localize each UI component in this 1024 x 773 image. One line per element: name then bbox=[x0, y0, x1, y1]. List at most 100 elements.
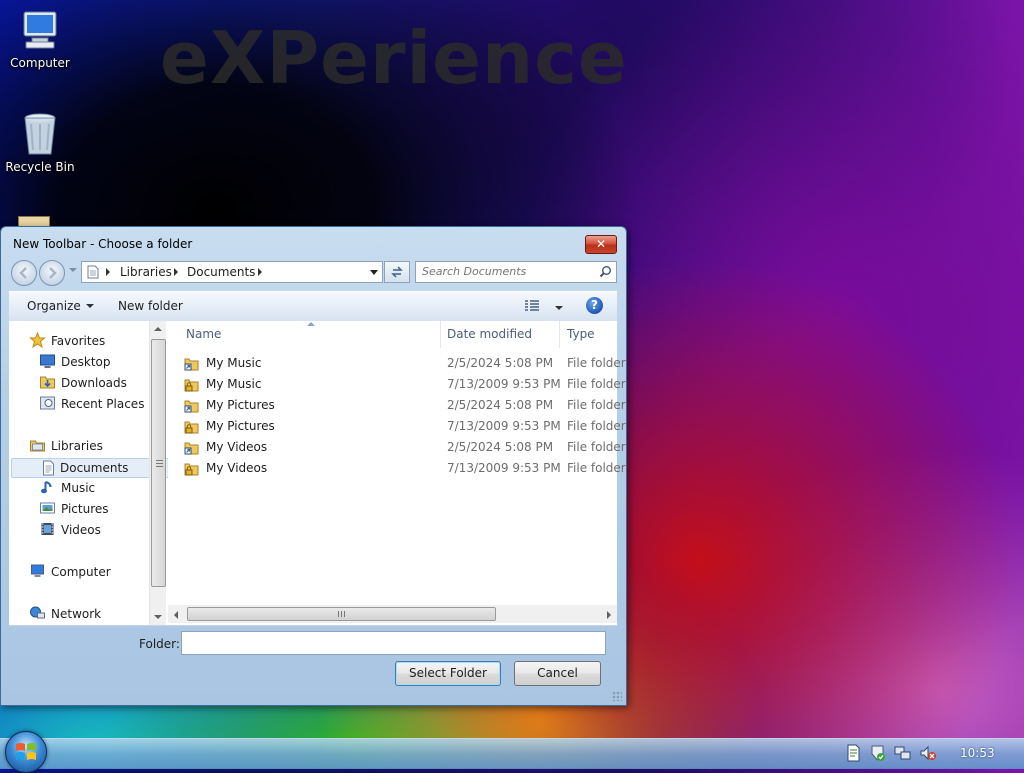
scroll-left-arrow-icon[interactable] bbox=[174, 611, 178, 619]
search-box[interactable] bbox=[415, 261, 617, 283]
music-icon bbox=[41, 481, 52, 494]
file-name: My Pictures bbox=[206, 398, 275, 412]
forward-button[interactable] bbox=[39, 260, 65, 286]
scroll-up-arrow-icon[interactable] bbox=[154, 327, 162, 331]
network-tray-icon[interactable] bbox=[894, 744, 912, 762]
action-center-icon[interactable] bbox=[869, 744, 887, 762]
desktop-icon-recycle-bin[interactable]: Recycle Bin bbox=[0, 110, 80, 174]
column-header-date-modified[interactable]: Date modified bbox=[441, 321, 560, 348]
resize-grip-icon[interactable] bbox=[612, 691, 622, 701]
file-type: File folder bbox=[567, 440, 626, 454]
file-name: My Videos bbox=[206, 440, 268, 454]
search-icon bbox=[599, 266, 611, 278]
address-dropdown-icon[interactable] bbox=[370, 270, 378, 275]
start-button[interactable] bbox=[5, 731, 47, 773]
column-header-type-label: Type bbox=[567, 327, 595, 341]
nav-recent-places-label: Recent Places bbox=[61, 397, 145, 411]
network-icon bbox=[30, 606, 45, 619]
help-icon[interactable]: ? bbox=[586, 297, 603, 314]
file-date-modified: 7/13/2009 9:53 PM bbox=[447, 461, 561, 475]
desktop-icon-label: Recycle Bin bbox=[5, 160, 75, 174]
file-name: My Pictures bbox=[206, 419, 275, 433]
file-row[interactable]: My Pictures 7/13/2009 9:53 PM File folder bbox=[168, 416, 626, 437]
column-header-name[interactable]: Name bbox=[168, 321, 441, 348]
nav-downloads[interactable]: Downloads bbox=[39, 374, 127, 392]
file-row[interactable]: My Music 2/5/2024 5:08 PM File folder bbox=[168, 353, 626, 374]
nav-libraries-label: Libraries bbox=[51, 439, 103, 453]
breadcrumb-separator-icon bbox=[106, 268, 110, 276]
scrollbar-thumb[interactable] bbox=[187, 607, 496, 621]
document-icon bbox=[87, 265, 99, 279]
taskbar-clock[interactable]: 10:53 bbox=[960, 746, 995, 760]
organize-button[interactable]: Organize bbox=[27, 299, 94, 313]
downloads-folder-icon bbox=[40, 376, 55, 389]
new-folder-button[interactable]: New folder bbox=[118, 299, 183, 313]
star-icon bbox=[29, 332, 46, 348]
nav-desktop-label: Desktop bbox=[61, 355, 111, 369]
select-folder-button[interactable]: Select Folder bbox=[395, 661, 501, 686]
file-date-modified: 2/5/2024 5:08 PM bbox=[447, 356, 554, 370]
chevron-down-icon bbox=[85, 304, 94, 308]
nav-music[interactable]: Music bbox=[39, 479, 95, 497]
breadcrumb-separator-icon bbox=[174, 268, 178, 276]
wallpaper-brand-text: eXPerience bbox=[160, 16, 628, 100]
file-date-modified: 7/13/2009 9:53 PM bbox=[447, 377, 561, 391]
nav-desktop[interactable]: Desktop bbox=[39, 353, 111, 371]
browser-panes: Favorites Desktop Downloads Recent Place… bbox=[9, 321, 626, 626]
recent-pages-dropdown[interactable] bbox=[69, 268, 77, 272]
file-type: File folder bbox=[567, 356, 626, 370]
nav-libraries[interactable]: Libraries bbox=[29, 437, 103, 455]
breadcrumb-libraries[interactable]: Libraries bbox=[120, 265, 172, 279]
scroll-right-arrow-icon[interactable] bbox=[607, 611, 611, 619]
computer-icon bbox=[31, 564, 44, 577]
nav-computer-label: Computer bbox=[51, 565, 111, 579]
nav-network-label: Network bbox=[51, 607, 102, 621]
dialog-title: New Toolbar - Choose a folder bbox=[13, 237, 193, 251]
breadcrumb-documents[interactable]: Documents bbox=[187, 265, 255, 279]
view-list-icon bbox=[525, 300, 539, 311]
recent-places-icon bbox=[40, 396, 55, 410]
folder-input[interactable] bbox=[181, 631, 606, 655]
back-button[interactable] bbox=[11, 260, 37, 286]
desktop-icon-computer[interactable]: Computer bbox=[0, 8, 80, 70]
file-name: My Music bbox=[206, 377, 262, 391]
address-bar[interactable]: Libraries Documents bbox=[81, 261, 383, 283]
nav-network[interactable]: Network bbox=[29, 605, 101, 623]
recycle-bin-icon bbox=[24, 113, 56, 155]
nav-recent-places[interactable]: Recent Places bbox=[39, 395, 144, 413]
file-type: File folder bbox=[567, 377, 626, 391]
document-tray-icon[interactable] bbox=[844, 744, 862, 762]
nav-favorites[interactable]: Favorites bbox=[29, 332, 105, 350]
nav-videos[interactable]: Videos bbox=[39, 521, 101, 539]
file-row[interactable]: My Videos 7/13/2009 9:53 PM File folder bbox=[168, 458, 626, 479]
nav-computer[interactable]: Computer bbox=[29, 563, 111, 581]
file-name: My Videos bbox=[206, 461, 268, 475]
grip-icon bbox=[338, 611, 345, 617]
cancel-button[interactable]: Cancel bbox=[514, 661, 601, 686]
navigation-pane: Favorites Desktop Downloads Recent Place… bbox=[9, 321, 175, 625]
folder-label: Folder: bbox=[139, 637, 180, 651]
scrollbar-thumb[interactable] bbox=[151, 339, 166, 587]
scroll-down-arrow-icon[interactable] bbox=[154, 615, 162, 619]
file-type: File folder bbox=[567, 461, 626, 475]
file-date-modified: 2/5/2024 5:08 PM bbox=[447, 440, 554, 454]
breadcrumb-separator-icon bbox=[258, 268, 262, 276]
computer-icon bbox=[23, 11, 57, 49]
column-header-type[interactable]: Type bbox=[560, 321, 617, 348]
view-options-button[interactable] bbox=[525, 300, 563, 315]
file-list: Name Date modified Type My Music 2/5/2024… bbox=[168, 321, 626, 625]
locked-folder-icon bbox=[184, 461, 199, 483]
file-type: File folder bbox=[567, 419, 626, 433]
file-row[interactable]: My Videos 2/5/2024 5:08 PM File folder bbox=[168, 437, 626, 458]
close-button[interactable]: ✕ bbox=[585, 235, 617, 254]
refresh-button[interactable] bbox=[384, 261, 410, 283]
volume-muted-icon[interactable] bbox=[919, 744, 937, 762]
chevron-down-icon bbox=[554, 306, 563, 310]
nav-pane-scrollbar[interactable] bbox=[149, 321, 166, 625]
nav-downloads-label: Downloads bbox=[61, 376, 127, 390]
file-row[interactable]: My Pictures 2/5/2024 5:08 PM File folder bbox=[168, 395, 626, 416]
nav-pictures[interactable]: Pictures bbox=[39, 500, 109, 518]
file-list-horizontal-scrollbar[interactable] bbox=[168, 605, 617, 623]
search-input[interactable] bbox=[422, 264, 592, 279]
file-row[interactable]: My Music 7/13/2009 9:53 PM File folder bbox=[168, 374, 626, 395]
